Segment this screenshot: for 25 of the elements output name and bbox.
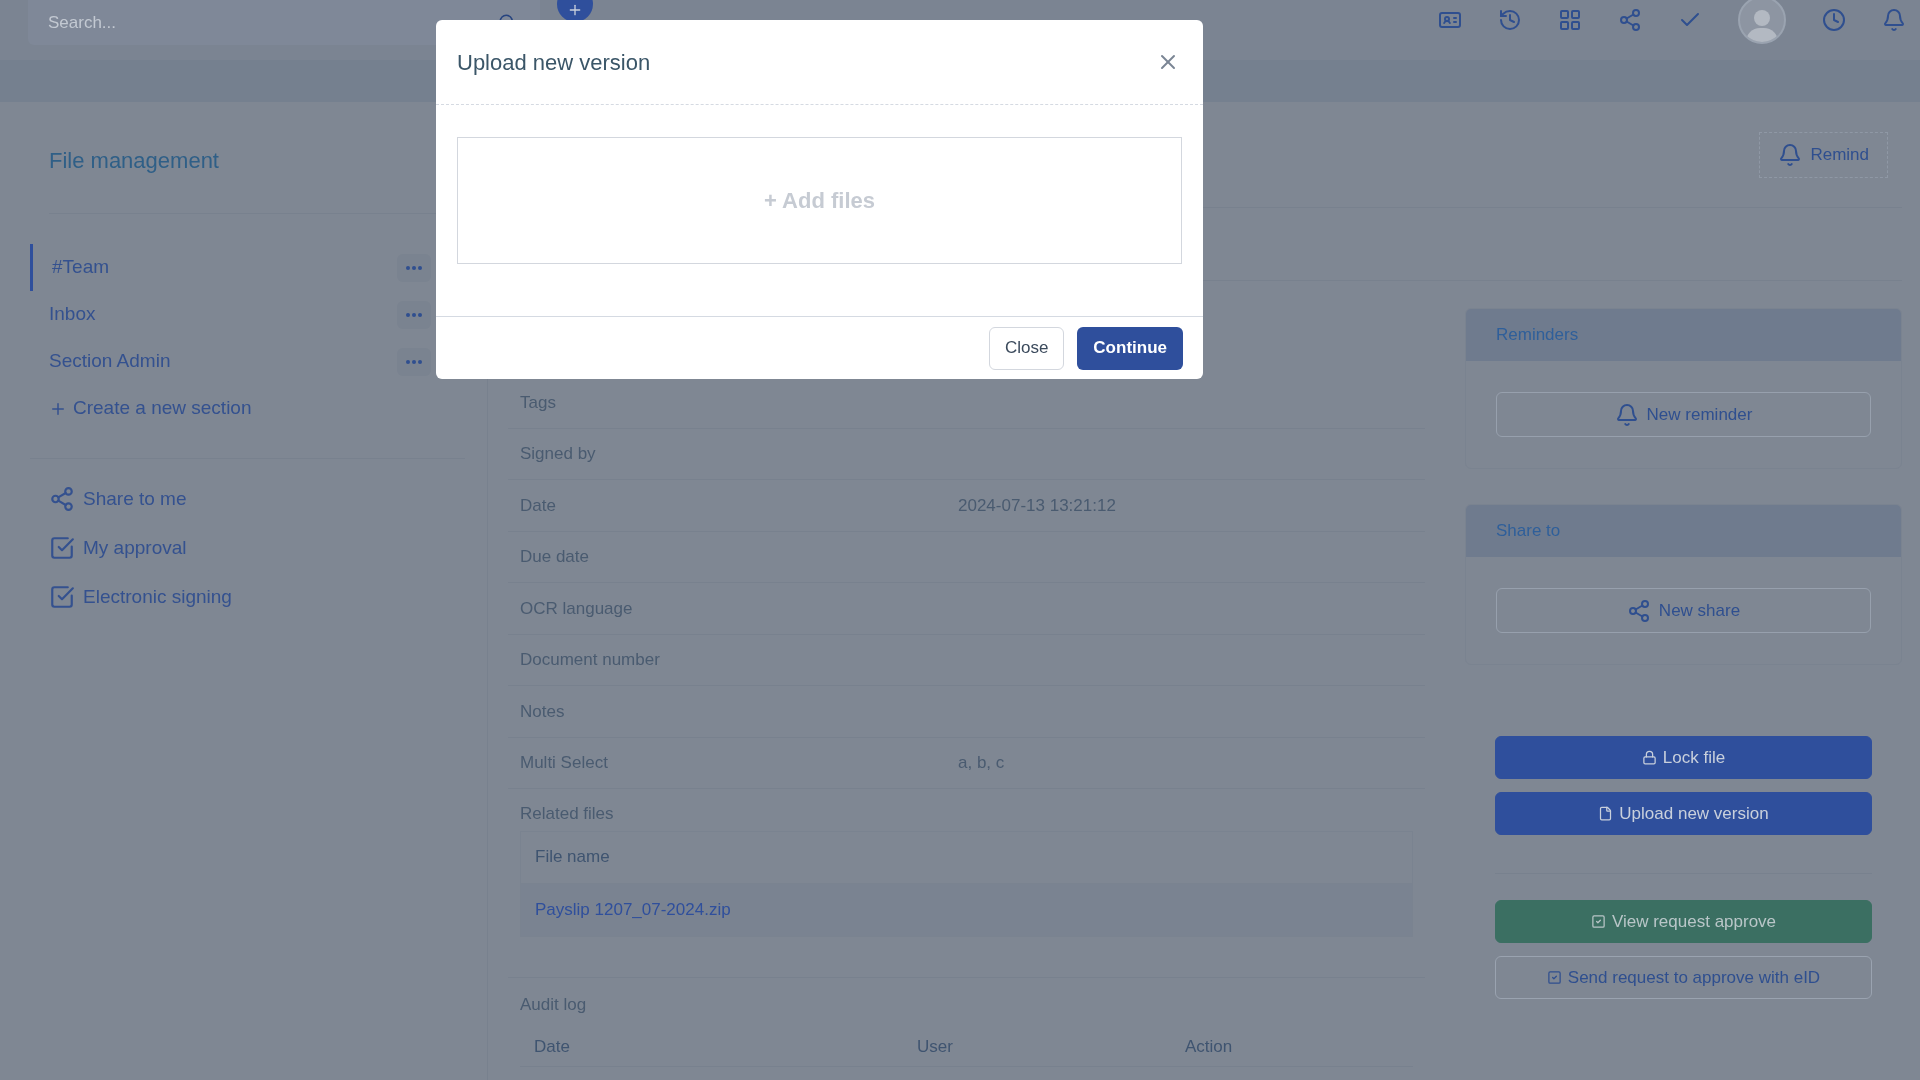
action-button[interactable]: Lock file [1495, 736, 1872, 779]
card-button[interactable]: New share [1496, 588, 1871, 633]
dialog-button[interactable]: Continue [1077, 326, 1183, 370]
column-header: File name [521, 831, 1412, 884]
section-item[interactable]: Inbox [30, 291, 397, 338]
create-section-link[interactable]: Create a new section [30, 385, 465, 432]
sidebar-link[interactable]: My approval [49, 534, 465, 562]
sidebar-link[interactable]: Share to me [49, 485, 465, 513]
column-header: User [917, 1035, 954, 1058]
sidebar-link[interactable]: Electronic signing [49, 583, 465, 611]
modal-title: Upload new version [457, 48, 651, 77]
column-header: Date [534, 1035, 571, 1058]
action-button[interactable]: Send request to approve with eID [1495, 956, 1872, 999]
section-item[interactable]: Section Admin [30, 338, 397, 385]
file-link[interactable]: Payslip 1207_07-2024.zip [535, 896, 731, 923]
card-title: Share to [1496, 520, 1561, 543]
action-button[interactable]: Upload new version [1495, 792, 1872, 835]
column-header: Action [1185, 1035, 1233, 1058]
dropzone[interactable]: + Add files [457, 137, 1182, 264]
action-button[interactable]: View request approve [1495, 900, 1872, 943]
card-button[interactable]: New reminder [1496, 392, 1871, 437]
card-title: Reminders [1496, 324, 1579, 347]
remind-button[interactable]: Remind [1759, 132, 1888, 178]
sidebar-title: File management [48, 147, 220, 175]
dialog-button[interactable]: Close [988, 326, 1065, 370]
